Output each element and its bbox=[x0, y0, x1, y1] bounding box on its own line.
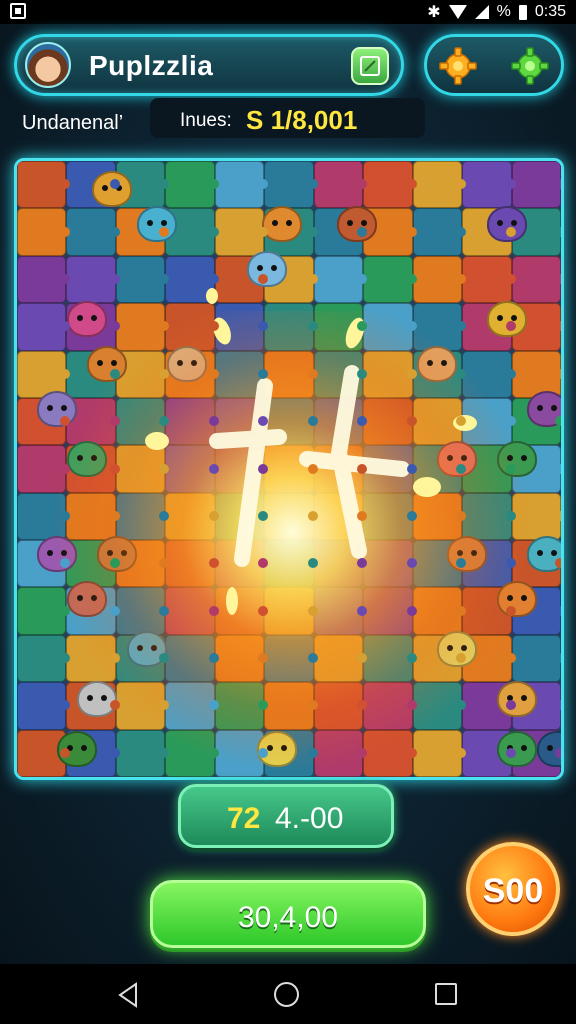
coin-button[interactable]: S00 bbox=[466, 842, 560, 936]
home-icon[interactable] bbox=[274, 982, 299, 1007]
gear-green-icon[interactable] bbox=[511, 47, 549, 85]
game-title: Puplzzlia bbox=[89, 50, 214, 81]
battery-icon bbox=[518, 4, 527, 20]
back-icon[interactable] bbox=[116, 982, 140, 1008]
battery-label: % bbox=[496, 3, 511, 20]
title-bar: Puplzzlia bbox=[14, 34, 404, 96]
edit-icon bbox=[360, 56, 380, 76]
wifi-icon bbox=[448, 5, 467, 19]
avatar[interactable] bbox=[25, 42, 71, 88]
recent-apps-icon[interactable] bbox=[435, 983, 457, 1005]
info-value: S 1/8,001 bbox=[246, 105, 358, 135]
gear-orange-icon[interactable] bbox=[439, 47, 477, 85]
signal-icon bbox=[474, 5, 489, 19]
main-action-button[interactable]: 30,4,00 bbox=[150, 880, 426, 948]
score-primary: 72 bbox=[227, 802, 261, 835]
clock: 0:35 bbox=[534, 3, 566, 20]
settings-bar bbox=[424, 34, 564, 96]
bluetooth-icon: ✱ bbox=[427, 4, 441, 21]
puzzle-board[interactable] bbox=[14, 158, 564, 780]
notification-icon bbox=[10, 3, 26, 19]
coin-label: S00 bbox=[482, 872, 544, 910]
status-bar: ✱ % 0:35 bbox=[0, 0, 576, 24]
score-secondary: 4.-00 bbox=[275, 802, 344, 835]
info-box: Inues: S 1/8,001 bbox=[150, 98, 425, 138]
info-label: Undanenal’ bbox=[22, 112, 124, 134]
glyph-burst bbox=[145, 288, 477, 615]
navigation-bar bbox=[0, 964, 576, 1024]
edit-button[interactable] bbox=[351, 47, 389, 85]
main-action-label: 30,4,00 bbox=[237, 901, 339, 934]
info-sub-label: Inues: bbox=[180, 110, 232, 131]
status-icons: ✱ % 0:35 bbox=[427, 2, 566, 22]
score-panel: 72 4.-00 bbox=[178, 784, 394, 848]
